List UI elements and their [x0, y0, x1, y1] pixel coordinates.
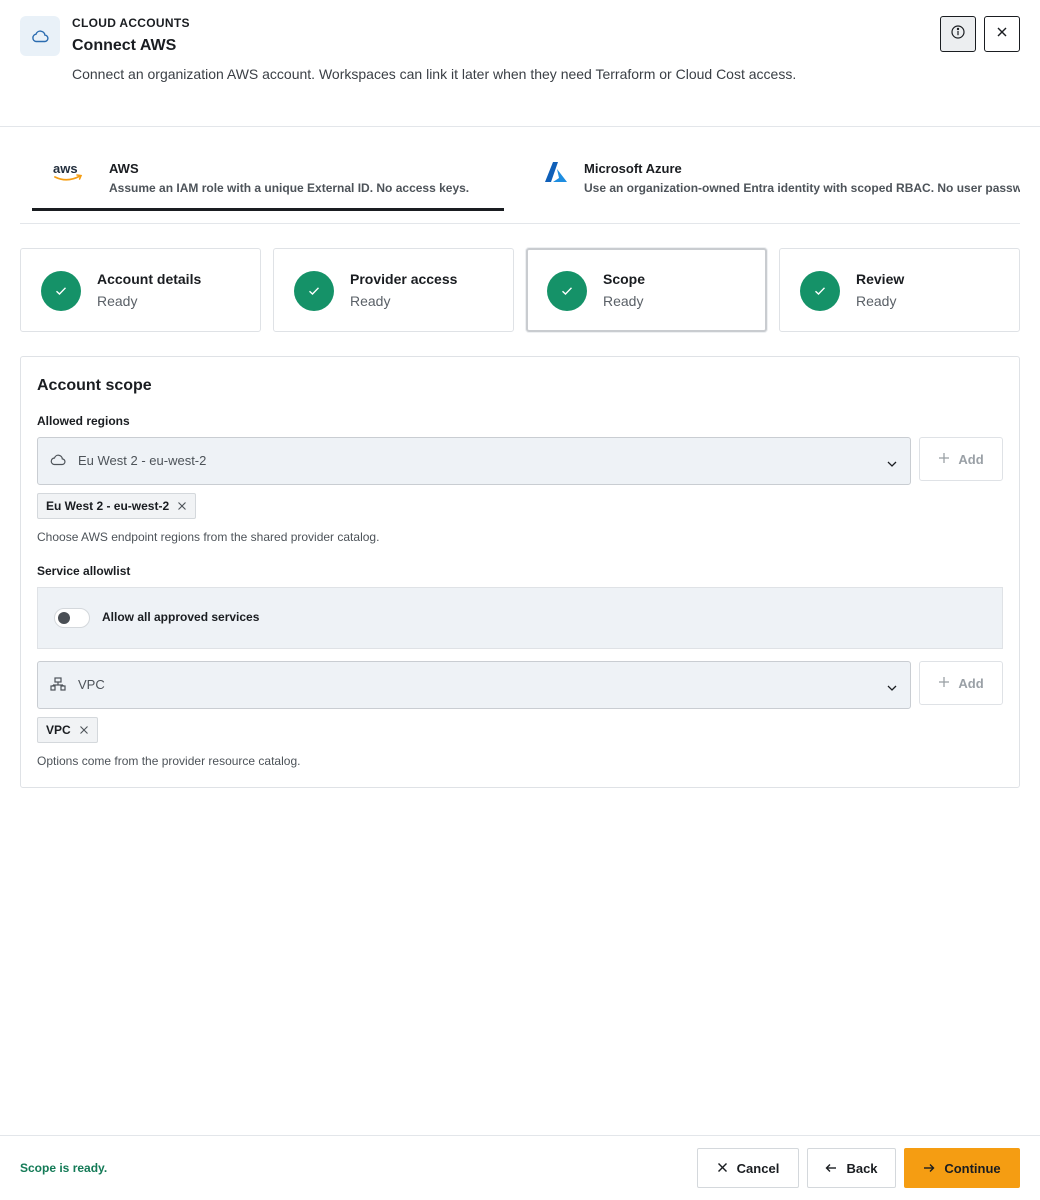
- region-select[interactable]: Eu West 2 - eu-west-2: [37, 437, 911, 485]
- info-icon: [951, 24, 965, 44]
- tab-aws[interactable]: aws AWS Assume an IAM role with a unique…: [32, 127, 504, 211]
- provider-tabs: aws AWS Assume an IAM role with a unique…: [20, 127, 1020, 224]
- continue-label: Continue: [944, 1160, 1001, 1176]
- continue-button[interactable]: Continue: [904, 1148, 1020, 1188]
- tab-azure-title: Microsoft Azure: [584, 161, 682, 176]
- footer-status: Scope is ready.: [20, 1161, 108, 1175]
- step-scope[interactable]: Scope Ready: [526, 248, 767, 332]
- service-chip: VPC: [37, 717, 98, 743]
- check-icon: [294, 271, 334, 311]
- remove-chip-icon[interactable]: [79, 725, 89, 735]
- chevron-down-icon: [886, 679, 898, 697]
- dialog-footer: Scope is ready. Cancel Back Continue: [0, 1135, 1040, 1200]
- step-status: Ready: [350, 293, 391, 309]
- step-status: Ready: [603, 293, 644, 309]
- remove-chip-icon[interactable]: [177, 501, 187, 511]
- allow-all-services-label: Allow all approved services: [102, 610, 260, 624]
- account-scope-panel: Account scope Allowed regions Eu West 2 …: [20, 356, 1020, 788]
- allow-all-services-toggle[interactable]: [54, 608, 90, 628]
- check-icon: [41, 271, 81, 311]
- back-button[interactable]: Back: [807, 1148, 896, 1188]
- panel-title: Account scope: [37, 377, 152, 394]
- back-label: Back: [846, 1160, 878, 1176]
- step-title: Review: [856, 271, 905, 287]
- toggle-knob: [58, 612, 70, 624]
- arrow-left-icon: [825, 1161, 837, 1176]
- plus-icon: [938, 676, 950, 691]
- azure-logo-icon: [544, 161, 568, 188]
- region-select-value: Eu West 2 - eu-west-2: [78, 453, 207, 468]
- check-icon: [547, 271, 587, 311]
- close-icon: [996, 25, 1008, 43]
- services-help: Options come from the provider resource …: [37, 754, 301, 768]
- step-title: Account details: [97, 271, 202, 287]
- step-provider-access[interactable]: Provider access Ready: [273, 248, 514, 332]
- svg-text:aws: aws: [53, 161, 78, 176]
- region-chip-label: Eu West 2 - eu-west-2: [46, 499, 170, 513]
- cancel-button[interactable]: Cancel: [697, 1148, 799, 1188]
- plus-icon: [938, 452, 950, 467]
- allow-all-services-row: Allow all approved services: [37, 587, 1003, 649]
- region-chip: Eu West 2 - eu-west-2: [37, 493, 197, 519]
- cloud-icon: [20, 16, 60, 56]
- add-region-label: Add: [958, 451, 984, 467]
- service-select-value: VPC: [78, 677, 105, 692]
- close-icon: [717, 1161, 728, 1176]
- tab-aws-title: AWS: [109, 161, 139, 176]
- cancel-label: Cancel: [736, 1160, 780, 1176]
- close-button[interactable]: [984, 16, 1020, 52]
- add-service-label: Add: [958, 675, 984, 691]
- dialog-header: CLOUD ACCOUNTS Connect AWS Connect an or…: [0, 0, 1040, 127]
- arrow-right-icon: [923, 1161, 935, 1176]
- step-status: Ready: [856, 293, 897, 309]
- regions-help: Choose AWS endpoint regions from the sha…: [37, 530, 380, 544]
- service-chip-label: VPC: [46, 723, 71, 737]
- network-icon: [50, 677, 66, 696]
- info-button[interactable]: [940, 16, 976, 52]
- check-icon: [800, 271, 840, 311]
- step-review[interactable]: Review Ready: [779, 248, 1020, 332]
- tab-aws-subtitle: Assume an IAM role with a unique Externa…: [109, 181, 470, 195]
- tab-azure-subtitle: Use an organization-owned Entra identity…: [584, 181, 1020, 195]
- page-title: Connect AWS: [72, 37, 177, 54]
- add-region-button[interactable]: Add: [919, 437, 1003, 481]
- regions-label: Allowed regions: [37, 414, 130, 428]
- tab-azure[interactable]: Microsoft Azure Use an organization-owne…: [524, 127, 1020, 211]
- services-label: Service allowlist: [37, 564, 131, 578]
- header-description: Connect an organization AWS account. Wor…: [72, 66, 797, 82]
- header-eyebrow: CLOUD ACCOUNTS: [72, 16, 190, 30]
- step-title: Scope: [603, 271, 646, 287]
- aws-logo-icon: aws: [52, 161, 84, 188]
- add-service-button[interactable]: Add: [919, 661, 1003, 705]
- chevron-down-icon: [886, 455, 898, 473]
- service-select[interactable]: VPC: [37, 661, 911, 709]
- step-title: Provider access: [350, 271, 458, 287]
- step-account-details[interactable]: Account details Ready: [20, 248, 261, 332]
- step-status: Ready: [97, 293, 138, 309]
- cloud-icon: [50, 453, 66, 472]
